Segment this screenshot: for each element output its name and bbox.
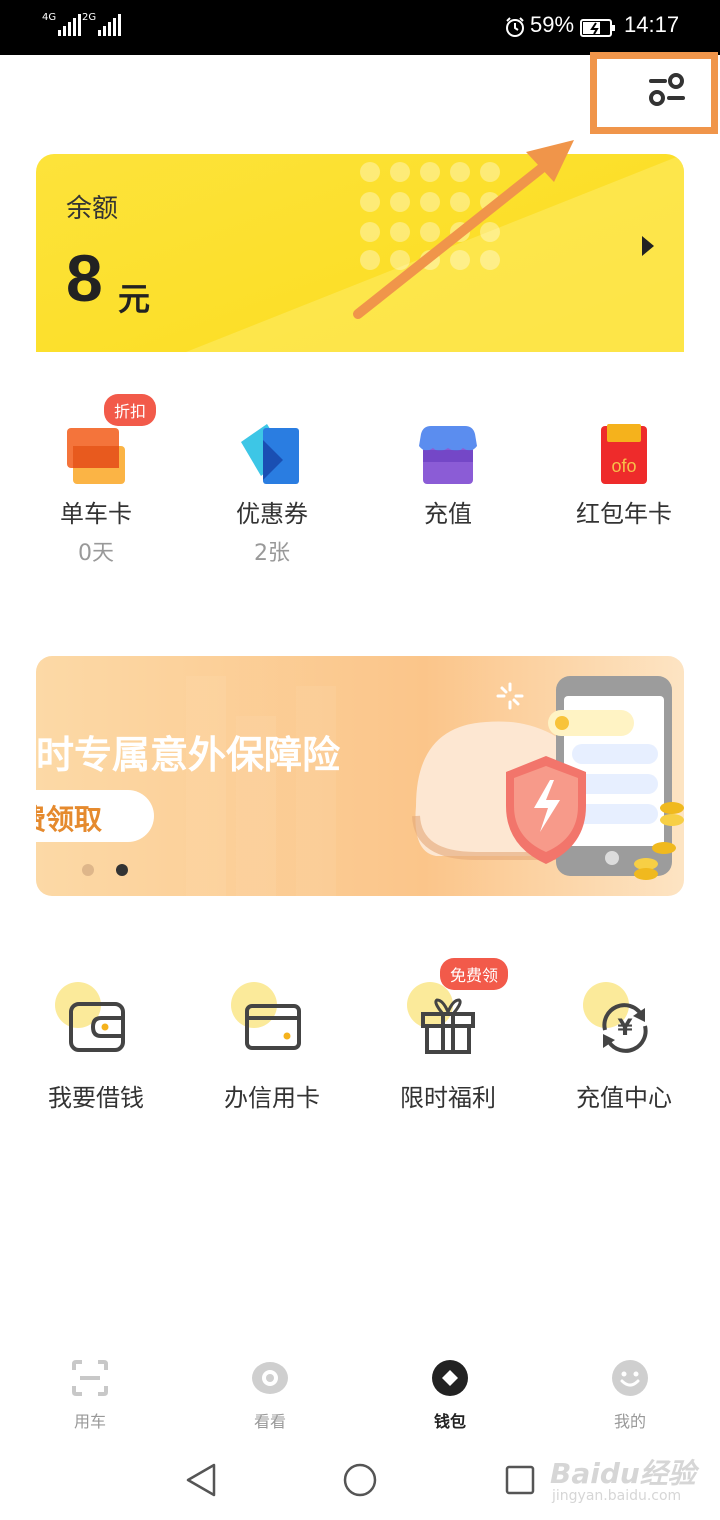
quick-action-recharge[interactable]: 充值 bbox=[358, 420, 538, 529]
alarm-icon bbox=[506, 17, 524, 37]
tab-ride[interactable]: 用车 bbox=[30, 1358, 150, 1432]
service-credit-card[interactable]: 办信用卡 bbox=[182, 982, 362, 1113]
settings-button[interactable] bbox=[590, 52, 718, 134]
watermark-url: jingyan.baidu.com bbox=[552, 1488, 682, 1504]
service-label: 我要借钱 bbox=[48, 1084, 144, 1112]
service-label: 限时福利 bbox=[400, 1084, 496, 1112]
bike-card-icon bbox=[67, 428, 125, 484]
service-limited-benefit[interactable]: 限时福利 bbox=[358, 982, 538, 1113]
scan-icon bbox=[72, 1360, 108, 1396]
tab-label: 看看 bbox=[253, 1412, 286, 1431]
status-bar: 4G 2G 59% 14:17 bbox=[0, 0, 720, 55]
service-label: 办信用卡 bbox=[224, 1084, 320, 1112]
quick-action-coupon[interactable]: 优惠券 2张 bbox=[182, 420, 362, 567]
carousel-dot-1[interactable] bbox=[82, 864, 94, 876]
signal-4g-label: 4G bbox=[42, 12, 57, 23]
carousel-dot-2[interactable] bbox=[116, 864, 128, 876]
red-packet-icon: ofo bbox=[601, 424, 647, 484]
yuan-exchange-icon: ¥ bbox=[602, 1003, 648, 1053]
watermark-logo: Baidu经验 bbox=[550, 1457, 696, 1490]
quick-action-label: 红包年卡 bbox=[576, 500, 672, 528]
tab-label: 用车 bbox=[73, 1412, 106, 1431]
red-packet-icon-text: ofo bbox=[611, 456, 636, 476]
credit-card-icon bbox=[245, 1004, 301, 1050]
banner-claim-button[interactable]: 费领取 bbox=[36, 790, 154, 842]
eye-icon bbox=[252, 1362, 288, 1394]
smiley-icon bbox=[612, 1360, 648, 1396]
tab-discover[interactable]: 看看 bbox=[210, 1358, 330, 1432]
quick-action-label: 优惠券 bbox=[236, 500, 308, 528]
annotation-arrow-icon bbox=[353, 140, 574, 319]
home-icon[interactable] bbox=[342, 1462, 378, 1498]
signal-2g-icon: 2G bbox=[82, 12, 121, 36]
recents-icon[interactable] bbox=[504, 1464, 536, 1496]
service-borrow-money[interactable]: 我要借钱 bbox=[6, 982, 186, 1113]
wallet-tab-icon bbox=[432, 1360, 468, 1396]
balance-amount: 8 bbox=[66, 241, 103, 315]
balance-unit: 元 bbox=[118, 280, 151, 318]
battery-percent: 59% bbox=[530, 12, 575, 37]
quick-action-label: 单车卡 bbox=[60, 500, 132, 528]
signal-2g-label: 2G bbox=[82, 12, 97, 23]
quick-action-red-packet-card[interactable]: ofo 红包年卡 bbox=[534, 420, 714, 529]
coupon-icon bbox=[241, 424, 299, 484]
tab-label: 钱包 bbox=[433, 1412, 466, 1431]
store-icon bbox=[419, 426, 477, 484]
banner-title: 时专属意外保障险 bbox=[36, 733, 341, 777]
wallet-icon bbox=[69, 1002, 125, 1052]
quick-action-sub: 0天 bbox=[78, 541, 114, 566]
tab-me[interactable]: 我的 bbox=[570, 1358, 690, 1432]
quick-action-sub: 2张 bbox=[254, 541, 290, 566]
tab-wallet[interactable]: 钱包 bbox=[390, 1358, 510, 1432]
battery-icon bbox=[580, 19, 615, 37]
clock: 14:17 bbox=[624, 12, 680, 37]
tab-label: 我的 bbox=[613, 1412, 646, 1431]
discount-badge: 折扣 bbox=[104, 394, 157, 426]
chevron-right-icon bbox=[642, 236, 654, 256]
balance-label: 余额 bbox=[66, 194, 119, 224]
service-recharge-center[interactable]: ¥ 充值中心 bbox=[534, 982, 714, 1113]
insurance-banner[interactable]: 时专属意外保障险 费领取 bbox=[36, 656, 684, 896]
banner-claim-label: 费领取 bbox=[36, 803, 103, 836]
yuan-glyph: ¥ bbox=[617, 1016, 633, 1041]
signal-4g-icon: 4G bbox=[42, 12, 81, 36]
free-claim-badge: 免费领 bbox=[440, 958, 509, 990]
quick-action-bike-card[interactable]: 单车卡 0天 bbox=[6, 420, 186, 567]
gift-icon bbox=[421, 998, 475, 1054]
service-label: 充值中心 bbox=[576, 1084, 672, 1112]
quick-action-label: 充值 bbox=[424, 500, 472, 528]
back-icon[interactable] bbox=[184, 1462, 218, 1498]
settings-sliders-icon bbox=[649, 73, 685, 106]
